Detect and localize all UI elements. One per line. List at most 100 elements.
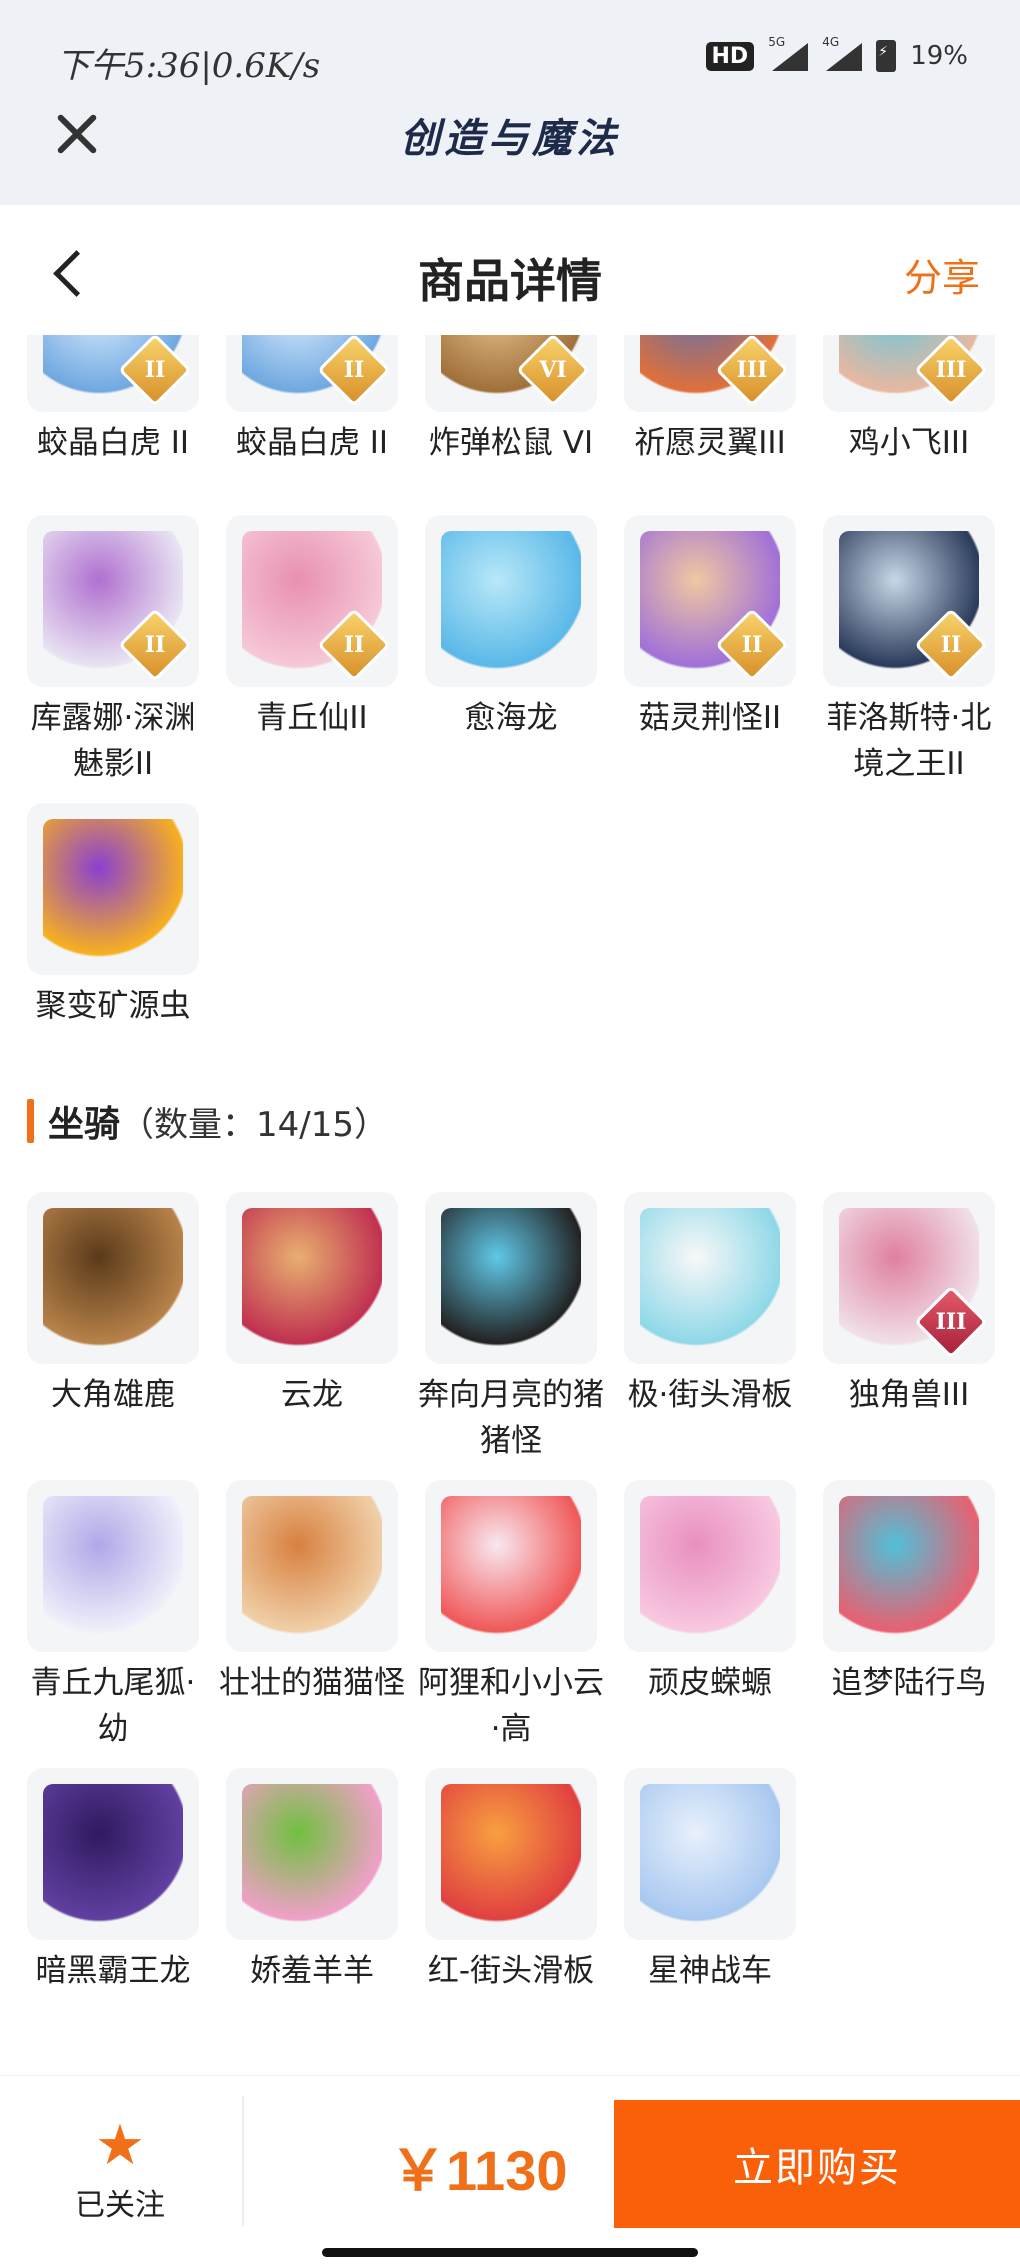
list-item[interactable]: 大角雄鹿 xyxy=(27,1192,199,1464)
list-item[interactable]: 聚变矿源虫 xyxy=(27,803,199,1029)
status-icons: HD 5G 4G 19% xyxy=(705,35,968,72)
app-title: 创造与魔法 xyxy=(400,115,620,162)
item-image xyxy=(839,1496,979,1636)
list-item[interactable]: II 库露娜·深渊魅影II xyxy=(27,515,199,787)
section-accent-bar xyxy=(27,1099,34,1143)
section-title: 坐骑 xyxy=(48,1104,121,1145)
item-thumbnail: II xyxy=(226,515,398,687)
item-thumbnail: II xyxy=(226,335,398,412)
item-label: 青丘仙II xyxy=(256,700,368,736)
item-label: 聚变矿源虫 xyxy=(35,988,191,1024)
list-item[interactable]: II 菲洛斯特·北境之王II xyxy=(823,515,995,787)
item-image xyxy=(242,1208,382,1348)
star-icon: ★ xyxy=(94,2113,146,2178)
list-item[interactable]: 青丘九尾狐·幼 xyxy=(27,1480,199,1752)
list-item[interactable]: 云龙 xyxy=(226,1192,398,1464)
item-label: 奔向月亮的猪猪怪 xyxy=(418,1377,604,1459)
item-thumbnail xyxy=(624,1480,796,1652)
list-item[interactable]: II 菇灵荆怪II xyxy=(624,515,796,787)
item-label: 蛟晶白虎 II xyxy=(235,425,389,461)
page-title: 商品详情 xyxy=(418,254,602,308)
mount-grid: 大角雄鹿 云龙 奔向月亮的猪猪怪 极·街头滑板 III 独角兽III 青丘九尾狐·幼 壮壮的猫… xyxy=(27,1192,997,1994)
item-label: 炸弹松鼠 VI xyxy=(428,425,594,461)
status-bar: 下午5:36|0.6K/s HD 5G 4G 19% 创造与魔法 xyxy=(0,0,1020,205)
item-image xyxy=(43,1208,183,1348)
list-item[interactable]: 暗黑霸王龙 xyxy=(27,1768,199,1994)
item-thumbnail xyxy=(226,1768,398,1940)
list-item[interactable]: III 鸡小飞III xyxy=(823,335,995,466)
item-thumbnail xyxy=(624,1768,796,1940)
list-item[interactable]: 星神战车 xyxy=(624,1768,796,1994)
item-thumbnail xyxy=(624,1192,796,1364)
item-label: 娇羞羊羊 xyxy=(250,1953,374,1989)
item-thumbnail: VI xyxy=(425,335,597,412)
nav-bar: 商品详情 分享 xyxy=(0,205,1020,335)
item-thumbnail xyxy=(27,1768,199,1940)
item-label: 独角兽III xyxy=(848,1377,970,1413)
list-item[interactable]: II 蛟晶白虎 II xyxy=(226,335,398,466)
list-item[interactable]: II 蛟晶白虎 II xyxy=(27,335,199,466)
item-image xyxy=(242,1784,382,1924)
item-image xyxy=(43,819,183,959)
content-scroll[interactable]: II 蛟晶白虎 II II 蛟晶白虎 II VI 炸弹松鼠 VI III 祈愿灵翼III III… xyxy=(0,335,1020,2075)
item-label: 菇灵荆怪II xyxy=(638,700,782,736)
item-label: 大角雄鹿 xyxy=(51,1377,175,1413)
list-item[interactable]: III 独角兽III xyxy=(823,1192,995,1464)
item-thumbnail xyxy=(425,1768,597,1940)
item-thumbnail xyxy=(27,803,199,975)
item-thumbnail xyxy=(425,515,597,687)
battery-icon xyxy=(876,40,897,72)
item-label: 追梦陆行鸟 xyxy=(831,1665,987,1701)
item-image xyxy=(441,1208,581,1348)
item-thumbnail: II xyxy=(27,515,199,687)
list-item[interactable]: 极·街头滑板 xyxy=(624,1192,796,1464)
status-time: 下午5:36|0.6K/s xyxy=(56,46,321,86)
share-button[interactable]: 分享 xyxy=(904,247,980,302)
pet-grid-partial: II 蛟晶白虎 II II 蛟晶白虎 II VI 炸弹松鼠 VI III 祈愿灵翼III III… xyxy=(27,335,997,466)
item-thumbnail xyxy=(425,1480,597,1652)
item-label: 红-街头滑板 xyxy=(427,1953,595,1989)
item-thumbnail xyxy=(823,1480,995,1652)
item-label: 暗黑霸王龙 xyxy=(35,1953,191,1989)
bottom-bar: ★ 已关注 ￥1130 立即购买 xyxy=(0,2075,1020,2267)
item-thumbnail xyxy=(27,1480,199,1652)
home-indicator[interactable] xyxy=(322,2248,698,2257)
item-thumbnail: III xyxy=(823,335,995,412)
item-thumbnail: II xyxy=(27,335,199,412)
list-item[interactable]: II 青丘仙II xyxy=(226,515,398,787)
item-image xyxy=(43,1784,183,1924)
list-item[interactable]: III 祈愿灵翼III xyxy=(624,335,796,466)
item-label: 壮壮的猫猫怪 xyxy=(219,1665,405,1701)
list-item[interactable]: 壮壮的猫猫怪 xyxy=(219,1480,405,1752)
item-label: 菲洛斯特·北境之王II xyxy=(826,700,992,782)
item-image xyxy=(441,1784,581,1924)
item-label: 鸡小飞III xyxy=(848,425,970,461)
item-image xyxy=(441,531,581,671)
list-item[interactable]: 追梦陆行鸟 xyxy=(823,1480,995,1752)
list-item[interactable]: VI 炸弹松鼠 VI xyxy=(425,335,597,466)
item-label: 极·街头滑板 xyxy=(627,1377,793,1413)
list-item[interactable]: 奔向月亮的猪猪怪 xyxy=(418,1192,604,1464)
item-label: 顽皮蝾螈 xyxy=(648,1665,772,1701)
item-image xyxy=(242,1496,382,1636)
item-label: 阿狸和小小云·高 xyxy=(418,1665,604,1747)
item-label: 云龙 xyxy=(281,1377,343,1413)
mounts-section-header: 坐骑 （数量：14/15） xyxy=(27,1095,388,1147)
item-thumbnail xyxy=(226,1192,398,1364)
item-label: 青丘九尾狐·幼 xyxy=(30,1665,196,1747)
list-item[interactable]: 阿狸和小小云·高 xyxy=(418,1480,604,1752)
item-image xyxy=(640,1496,780,1636)
battery-level: 19% xyxy=(910,41,968,71)
pet-grid: II 库露娜·深渊魅影II II 青丘仙II 愈海龙 II 菇灵荆怪II II 菲洛斯特·北境之… xyxy=(27,515,997,1029)
item-label: 星神战车 xyxy=(648,1953,772,1989)
signal-5g-icon: 5G xyxy=(768,35,809,71)
item-thumbnail xyxy=(27,1192,199,1364)
hd-icon: HD xyxy=(705,41,755,71)
buy-now-button[interactable]: 立即购买 xyxy=(614,2100,1020,2228)
list-item[interactable]: 娇羞羊羊 xyxy=(226,1768,398,1994)
item-label: 愈海龙 xyxy=(464,700,558,736)
list-item[interactable]: 顽皮蝾螈 xyxy=(624,1480,796,1752)
follow-button[interactable]: ★ 已关注 xyxy=(40,2116,200,2236)
list-item[interactable]: 红-街头滑板 xyxy=(425,1768,597,1994)
list-item[interactable]: 愈海龙 xyxy=(425,515,597,787)
